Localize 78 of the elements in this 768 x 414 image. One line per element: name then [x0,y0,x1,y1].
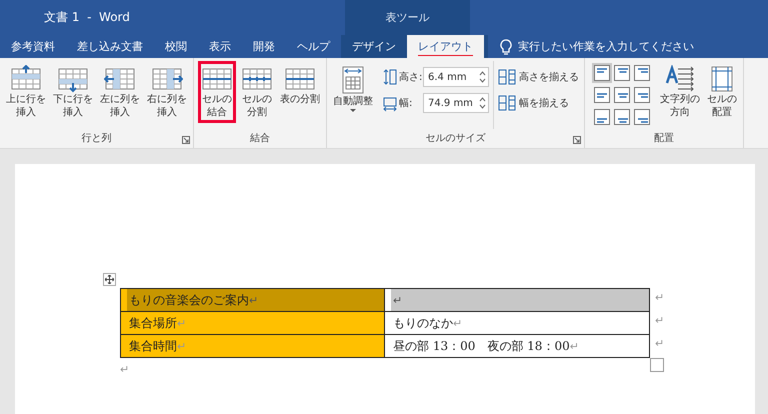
size-field[interactable]: 6.4 mm [423,67,489,87]
paragraph-mark: ↵ [120,363,130,376]
align-icon [593,64,611,82]
paragraph-mark: ↵ [249,294,258,306]
ribbon-tab[interactable]: 表示 [198,35,242,58]
group-label: 配置 [653,132,675,146]
ribbon-tab[interactable]: 差し込み文書 [66,35,154,58]
paragraph-mark: ↵ [393,294,402,306]
cell-text: もりの音楽会のご案内 [129,292,249,308]
ribbon-button[interactable]: 右に列を挿入 [144,61,190,123]
field-label: 高さ: [399,70,421,84]
row-end-mark: ↵ [655,291,664,304]
ribbon-button[interactable]: セルの分割 [238,61,276,123]
alignment-button[interactable] [592,85,612,105]
distribute-icon [498,69,516,85]
context-title: 表ツール [386,10,430,25]
ribbon-tab[interactable]: デザイン [341,35,407,58]
autofit-button[interactable]: 自動調整 [330,61,376,118]
alignment-button[interactable] [612,107,632,127]
ribbon-button[interactable]: 左に列を挿入 [97,61,143,123]
ribbon-tab[interactable]: 校閲 [154,35,198,58]
group-label: 結合 [249,132,271,146]
alignment-button[interactable] [632,85,652,105]
launcher-icon[interactable] [182,136,190,144]
group-label: セルのサイズ [424,132,486,146]
size-field[interactable]: 74.9 mm [423,93,489,113]
ribbon-tab[interactable]: 参考資料 [0,35,66,58]
alignment-button[interactable] [632,63,652,83]
caret-icon [349,108,357,114]
alignment-button[interactable] [612,63,632,83]
alignment-button[interactable] [592,107,612,127]
align-icon [613,86,631,104]
row-end-mark: ↵ [655,337,664,350]
field-label: 幅: [399,97,414,110]
cell-text: もりのなか [393,314,453,332]
alignment-button[interactable] [592,63,612,83]
launcher-icon[interactable] [573,136,581,144]
ribbon-button[interactable]: 上に行を挿入 [3,61,49,123]
cell-text: 昼の部 13：00 夜の部 18：00 [393,338,570,354]
ribbon-button[interactable]: セルの結合 [198,61,236,123]
spinner-icon [479,96,486,110]
autofit-icon [340,65,366,95]
ribbon-tab[interactable]: 開発 [242,35,286,58]
ribbon-button[interactable]: 表の分割 [277,61,323,110]
distribute-button[interactable]: 高さを揃える [498,69,579,85]
cell-text: 集合場所 [129,314,177,332]
alignment-button[interactable] [612,85,632,105]
align-icon [593,86,611,104]
paragraph-mark: ↵ [453,316,462,330]
alignment-button[interactable] [632,107,652,127]
align-icon [633,86,651,104]
cell-text: 集合時間 [129,338,177,354]
distribute-icon [498,95,516,111]
align-icon [633,108,651,126]
align-icon [613,108,631,126]
lightbulb-icon [500,38,512,54]
ribbon-tab[interactable]: ヘルプ [286,35,341,58]
distribute-button[interactable]: 幅を揃える [498,95,579,111]
ribbon-button[interactable]: 文字列の方向 [657,61,703,123]
text-direction-icon [664,65,696,93]
align-icon [613,64,631,82]
resize-handle[interactable] [650,358,664,372]
row-height-icon [383,68,397,86]
window-title: 文書 1 - Word [44,9,130,26]
paragraph-mark: ↵ [570,340,579,352]
ribbon-tab[interactable]: レイアウト [407,35,484,58]
align-icon [593,108,611,126]
ribbon-button[interactable]: セルの配置 [704,61,740,123]
move-icon [105,275,114,284]
align-icon [633,64,651,82]
ribbon-button[interactable]: 下に行を挿入 [50,61,96,123]
group-label: 行と列 [80,132,112,146]
spinner-icon [479,70,486,84]
move-handle[interactable] [103,273,116,286]
paragraph-mark: ↵ [177,316,186,330]
tell-me-field[interactable]: 実行したい作業を入力してください [518,39,694,54]
paragraph-mark: ↵ [177,340,186,352]
row-end-mark: ↵ [655,314,664,327]
